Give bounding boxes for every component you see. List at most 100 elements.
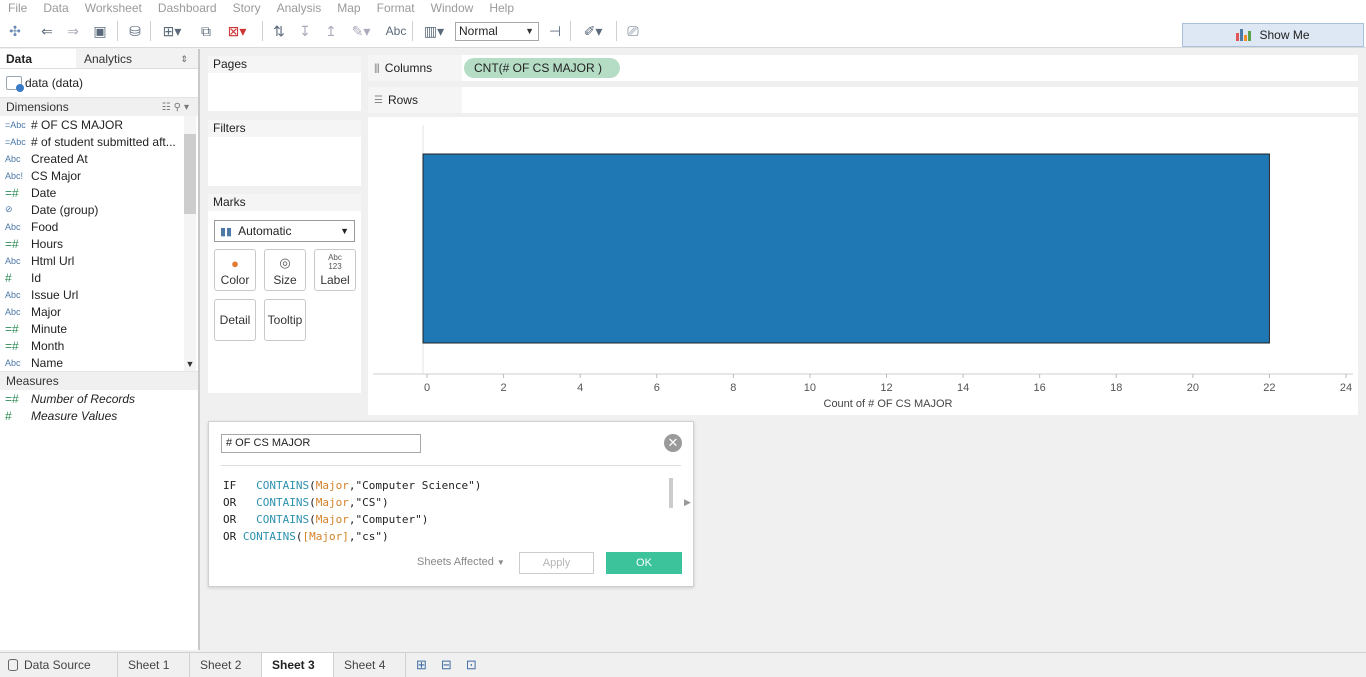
tab-sheet-2[interactable]: Sheet 2 xyxy=(190,652,262,677)
dimension-field[interactable]: =Abc # OF CS MAJOR xyxy=(0,116,198,133)
redo-icon[interactable]: ⇒ xyxy=(64,22,82,40)
measures-list: =# Number of Records # Measure Values xyxy=(0,390,198,424)
menu-dashboard[interactable]: Dashboard xyxy=(158,1,217,15)
show-me-button[interactable]: Show Me xyxy=(1182,23,1364,47)
ok-button[interactable]: OK xyxy=(606,552,682,574)
tableau-logo-icon[interactable]: ✣ xyxy=(6,22,24,40)
menu-file[interactable]: File xyxy=(8,1,27,15)
menu-window[interactable]: Window xyxy=(431,1,474,15)
menu-analysis[interactable]: Analysis xyxy=(277,1,322,15)
menu-data[interactable]: Data xyxy=(43,1,68,15)
menu-format[interactable]: Format xyxy=(377,1,415,15)
new-datasource-icon[interactable]: ⛁ xyxy=(126,22,144,40)
pen-icon[interactable]: ✐▾ xyxy=(578,22,608,40)
columns-shelf[interactable]: ||| Columns CNT(# OF CS MAJOR ) xyxy=(368,55,1358,81)
formula-scrollbar[interactable] xyxy=(669,478,673,508)
new-worksheet-icon[interactable]: ⊞▾ xyxy=(157,22,187,40)
expand-arrow-icon[interactable]: ▶ xyxy=(684,497,691,508)
group-icon[interactable]: ▥▾ xyxy=(418,22,450,40)
dimension-field[interactable]: # Id xyxy=(0,269,198,286)
swap-icon[interactable]: ⇅ xyxy=(270,22,288,40)
formula-function: CONTAINS xyxy=(256,496,310,509)
close-icon[interactable]: ✕ xyxy=(664,434,682,452)
tab-sheet-1[interactable]: Sheet 1 xyxy=(118,652,190,677)
sheets-affected-dropdown[interactable]: Sheets Affected ▼ xyxy=(417,556,505,568)
menu-worksheet[interactable]: Worksheet xyxy=(85,1,142,15)
field-name: Id xyxy=(31,270,42,285)
datasource-item[interactable]: data (data) xyxy=(0,69,198,97)
dimension-field[interactable]: Abc Issue Url xyxy=(0,286,198,303)
pin-icon[interactable]: ⊣ xyxy=(546,22,564,40)
tab-data-source[interactable]: Data Source xyxy=(0,652,118,677)
field-type-icon: =Abc xyxy=(5,119,26,130)
dimension-field[interactable]: Abc Major xyxy=(0,303,198,320)
dimension-field[interactable]: =# Minute xyxy=(0,320,198,337)
x-tick-label: 2 xyxy=(501,382,507,394)
labels-icon[interactable]: Abc xyxy=(384,22,408,40)
menu-story[interactable]: Story xyxy=(233,1,261,15)
sheet-tab-bar: Data Source Sheet 1 Sheet 2 Sheet 3 Shee… xyxy=(0,652,1366,677)
tooltip-button[interactable]: Tooltip xyxy=(264,299,306,341)
new-dashboard-icon[interactable]: ⊟ xyxy=(441,657,452,673)
formula-field: Major xyxy=(315,513,349,526)
dimension-field[interactable]: =# Hours xyxy=(0,235,198,252)
dimensions-tools-icon[interactable]: ☷⚲▾ xyxy=(162,102,192,113)
dimension-field[interactable]: Abc Html Url xyxy=(0,252,198,269)
detail-button[interactable]: Detail xyxy=(214,299,256,341)
undo-icon[interactable]: ⇐ xyxy=(38,22,56,40)
mark-type-select[interactable]: ▮▮ Automatic ▼ xyxy=(214,220,355,242)
label-button[interactable]: Abc 123 Label xyxy=(314,249,356,291)
pages-title: Pages xyxy=(208,56,361,73)
save-icon[interactable]: ▣ xyxy=(91,22,109,40)
bar-chart-icon: ▮▮ xyxy=(220,225,233,238)
calc-name-input[interactable]: # OF CS MAJOR xyxy=(221,434,421,453)
dimension-field[interactable]: Abc Name xyxy=(0,354,198,371)
tab-data[interactable]: Data xyxy=(0,49,76,68)
color-button[interactable]: ● Color xyxy=(214,249,256,291)
dimension-field[interactable]: Abc Food xyxy=(0,218,198,235)
sort-ascending-icon[interactable]: ↧ xyxy=(296,22,314,40)
duplicate-icon[interactable]: ⧉ xyxy=(196,22,216,40)
highlight-icon[interactable]: ✎▾ xyxy=(346,22,376,40)
filters-card[interactable]: Filters xyxy=(208,120,361,186)
new-worksheet-icon[interactable]: ⊞ xyxy=(416,657,427,673)
chevron-down-icon[interactable]: ▼ xyxy=(184,359,196,369)
formula-text: OR xyxy=(223,530,243,543)
tab-analytics[interactable]: Analytics ⇕ xyxy=(76,49,196,68)
dimensions-label: Dimensions xyxy=(6,100,69,114)
dimensions-scrollbar[interactable]: ▼ xyxy=(184,116,196,371)
clear-sheet-icon[interactable]: ⊠▾ xyxy=(222,22,252,40)
field-type-icon: =# xyxy=(5,185,19,200)
columns-pill[interactable]: CNT(# OF CS MAJOR ) xyxy=(464,58,620,78)
apply-button[interactable]: Apply xyxy=(519,552,594,574)
dimension-field[interactable]: =Abc # of student submitted aft... xyxy=(0,133,198,150)
menu-map[interactable]: Map xyxy=(337,1,360,15)
field-type-icon: ⊘ xyxy=(5,204,13,214)
tab-sheet-4[interactable]: Sheet 4 xyxy=(334,652,406,677)
measure-field[interactable]: # Measure Values xyxy=(0,407,198,424)
dimension-field[interactable]: =# Date xyxy=(0,184,198,201)
size-button[interactable]: ◎ Size xyxy=(264,249,306,291)
dimension-field[interactable]: ⊘ Date (group) xyxy=(0,201,198,218)
scrollbar-thumb[interactable] xyxy=(184,134,196,214)
field-type-icon: Abc xyxy=(5,357,21,368)
rows-shelf[interactable]: ☰ Rows xyxy=(368,87,1358,113)
dimension-field[interactable]: Abc! CS Major xyxy=(0,167,198,184)
field-type-icon: =# xyxy=(5,236,19,251)
tab-menu-icon[interactable]: ⇕ xyxy=(180,49,188,68)
measure-field[interactable]: =# Number of Records xyxy=(0,390,198,407)
pages-card[interactable]: Pages xyxy=(208,56,361,111)
sort-descending-icon[interactable]: ↥ xyxy=(322,22,340,40)
dimension-field[interactable]: =# Month xyxy=(0,337,198,354)
dimension-field[interactable]: Abc Created At xyxy=(0,150,198,167)
fit-select[interactable]: Normal ▼ xyxy=(455,22,539,41)
calc-formula-editor[interactable]: IF CONTAINS(Major,"Computer Science") OR … xyxy=(223,477,481,545)
menu-help[interactable]: Help xyxy=(489,1,514,15)
field-name: Date (group) xyxy=(31,202,99,217)
new-story-icon[interactable]: ⊡ xyxy=(466,657,477,673)
presentation-icon[interactable]: ⎚ xyxy=(623,22,643,40)
chart-area[interactable]: 0 2 4 6 8 10 12 14 16 18 20 22 24 Count of # OF CS MA… xyxy=(368,117,1358,415)
fit-select-value: Normal xyxy=(459,24,498,38)
size-label: Size xyxy=(273,273,297,287)
tab-sheet-3[interactable]: Sheet 3 xyxy=(262,652,334,677)
